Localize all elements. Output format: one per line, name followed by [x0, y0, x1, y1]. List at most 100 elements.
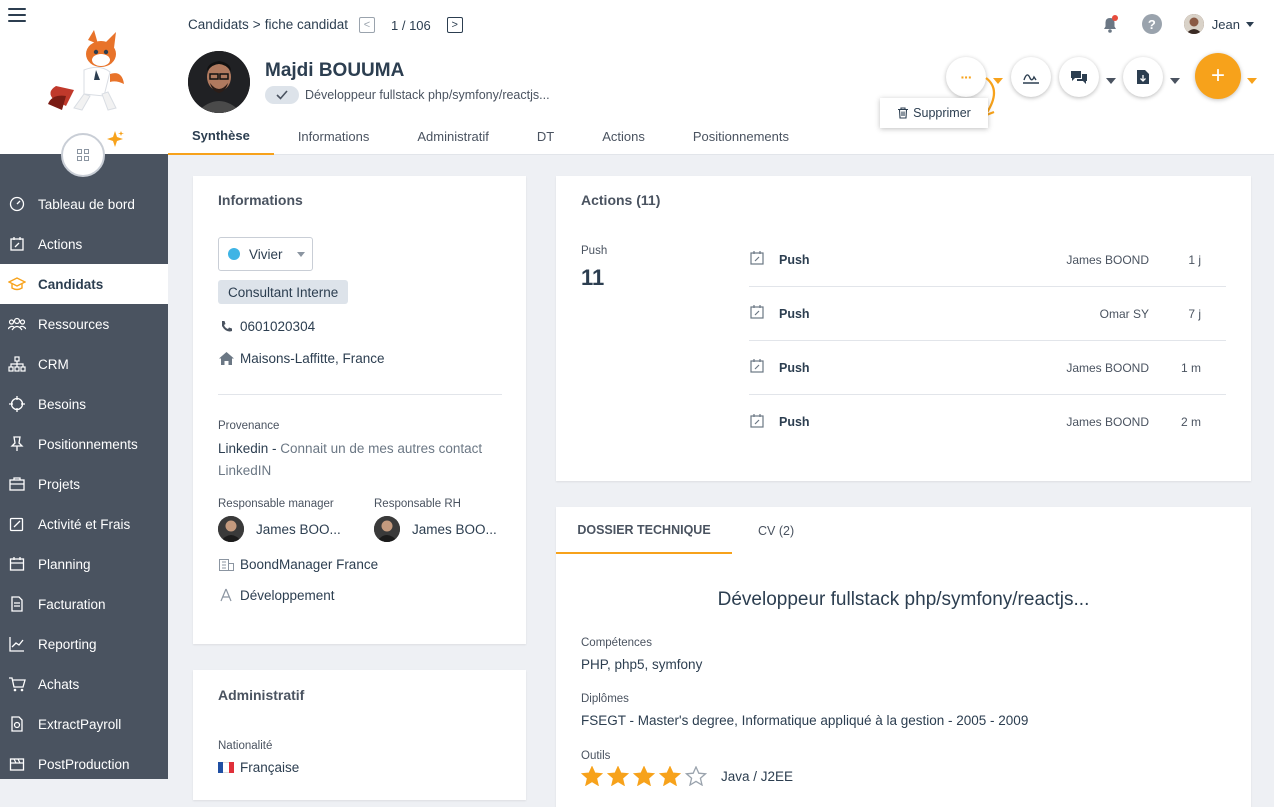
chevron-down-icon[interactable] [1246, 21, 1254, 27]
prev-record-button[interactable]: < [359, 17, 375, 33]
notification-bell-icon[interactable] [1100, 14, 1120, 34]
tab-dt[interactable]: DT [513, 118, 578, 155]
sidebar-item-projets[interactable]: Projets [0, 464, 168, 504]
tab-administratif[interactable]: Administratif [393, 118, 513, 155]
tab-informations[interactable]: Informations [274, 118, 394, 155]
sidebar-item-tableau-de-bord[interactable]: Tableau de bord [0, 184, 168, 224]
header-tools: ? Jean [1100, 14, 1254, 34]
chart-line-icon [8, 635, 26, 653]
action-owner: Omar SY [1099, 306, 1149, 321]
tab-actions[interactable]: Actions [578, 118, 669, 155]
messages-button[interactable] [1059, 57, 1099, 97]
documents-caret[interactable] [1170, 78, 1180, 84]
calendar-edit-icon [749, 358, 765, 377]
add-caret[interactable] [1247, 78, 1257, 84]
tab-bar: Synthèse Informations Administratif DT A… [168, 118, 813, 155]
card-title: Informations [218, 192, 303, 208]
candidate-type-badge: Consultant Interne [218, 280, 349, 304]
manager-row[interactable]: James BOO... [218, 516, 341, 542]
action-row[interactable]: Push Omar SY 7 j [749, 287, 1226, 341]
action-owner: James BOOND [1066, 360, 1149, 375]
sidebar-item-crm[interactable]: CRM [0, 344, 168, 384]
person-face-icon [218, 516, 244, 542]
sidebar-item-actions[interactable]: Actions [0, 224, 168, 264]
compass-tool-icon [218, 587, 234, 603]
person-face-icon [374, 516, 400, 542]
next-record-button[interactable]: > [446, 17, 463, 33]
briefcase-icon [8, 475, 26, 493]
users-icon [8, 315, 26, 333]
action-row[interactable]: Push James BOOND 1 m [749, 341, 1226, 395]
sidebar-item-postproduction[interactable]: PostProduction [0, 744, 168, 784]
sidebar-item-extractpayroll[interactable]: ExtractPayroll [0, 704, 168, 744]
dossier-tabs: DOSSIER TECHNIQUE CV (2) [556, 507, 1251, 554]
action-row[interactable]: Push James BOOND 2 m [749, 395, 1226, 449]
action-age: 1 m [1180, 360, 1201, 375]
breadcrumb-current: fiche candidat [264, 17, 348, 32]
action-age: 7 j [1188, 306, 1201, 321]
company-row: BoondManager France [218, 556, 378, 572]
candidate-photo [188, 51, 250, 113]
signature-button[interactable] [1011, 57, 1051, 97]
calendar-edit-icon [749, 304, 765, 323]
menu-icon[interactable] [8, 8, 26, 24]
provenance-label: Provenance [218, 420, 280, 432]
documents-button[interactable] [1123, 57, 1163, 97]
sidebar-item-reporting[interactable]: Reporting [0, 624, 168, 664]
sidebar-item-label: Activité et Frais [38, 516, 131, 532]
sidebar-item-facturation[interactable]: Facturation [0, 584, 168, 624]
calendar-icon [8, 555, 26, 573]
status-dot [228, 248, 240, 260]
sidebar-item-positionnements[interactable]: Positionnements [0, 424, 168, 464]
sidebar-item-besoins[interactable]: Besoins [0, 384, 168, 424]
push-label: Push [581, 245, 608, 257]
sidebar-item-ressources[interactable]: Ressources [0, 304, 168, 344]
cart-icon [8, 675, 26, 693]
help-icon[interactable]: ? [1141, 14, 1162, 34]
sidebar-item-planning[interactable]: Planning [0, 544, 168, 584]
status-select[interactable]: Vivier [218, 237, 313, 271]
tab-positionnements[interactable]: Positionnements [669, 118, 813, 155]
add-button[interactable]: + [1195, 53, 1241, 99]
action-row[interactable]: Push James BOOND 1 j [749, 233, 1226, 287]
sidebar-item-label: Positionnements [38, 436, 138, 452]
tab-cv[interactable]: CV (2) [758, 507, 794, 554]
user-name[interactable]: Jean [1212, 17, 1240, 32]
sidebar-item-activite-frais[interactable]: Activité et Frais [0, 504, 168, 544]
phone-value[interactable]: 0601020304 [240, 319, 315, 334]
sidebar-item-label: ExtractPayroll [38, 716, 122, 732]
provenance-source: Linkedin [218, 441, 269, 456]
hierarchy-icon [8, 355, 26, 373]
sidebar-item-label: Candidats [38, 276, 104, 292]
rh-row[interactable]: James BOO... [374, 516, 497, 542]
signature-icon [1023, 74, 1039, 84]
user-avatar[interactable] [1183, 14, 1204, 34]
french-flag-icon [218, 762, 234, 773]
chevron-down-icon [296, 251, 305, 257]
avatar [374, 516, 400, 542]
page-header: Candidats > fiche candidat < 1 / 106 > ?… [168, 0, 1274, 155]
tool-name: Java / J2EE [721, 768, 794, 784]
user-face-icon [1183, 14, 1204, 34]
tools-label: Outils [581, 750, 611, 762]
sidebar-item-candidats[interactable]: Candidats [0, 264, 168, 304]
sidebar-item-achats[interactable]: Achats [0, 664, 168, 704]
push-count: 11 [581, 265, 605, 290]
candidate-title-row: Développeur fullstack php/symfony/reactj… [265, 86, 550, 104]
tool-row: Java / J2EE [581, 766, 793, 786]
crosshair-icon [8, 395, 26, 413]
sidebar-item-label: Achats [38, 676, 80, 692]
provenance-value: Linkedin - Connait un de mes autres cont… [218, 438, 508, 482]
check-icon [265, 86, 299, 104]
messages-caret[interactable] [1106, 78, 1116, 84]
action-type: Push [779, 415, 810, 429]
tab-dossier-technique[interactable]: DOSSIER TECHNIQUE [556, 507, 732, 554]
apps-grid-button[interactable] [61, 133, 105, 177]
star-empty-icon [685, 766, 707, 786]
delete-menu-item[interactable]: Supprimer [880, 98, 988, 128]
tab-synthese[interactable]: Synthèse [168, 118, 274, 155]
breadcrumb-root-link[interactable]: Candidats [188, 17, 249, 32]
calendar-edit-icon [749, 413, 765, 432]
sparkle-icon[interactable] [106, 130, 124, 148]
phone-row: 0601020304 [218, 318, 315, 334]
